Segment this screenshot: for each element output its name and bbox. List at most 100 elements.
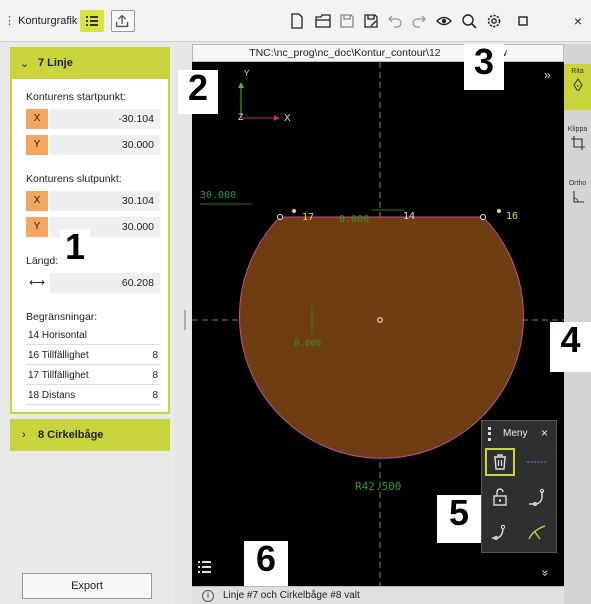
constraint-row[interactable]: 17 Tillfällighet 8 bbox=[26, 365, 160, 385]
constraint-label: 17 Tillfällighet bbox=[28, 370, 89, 381]
tool-rita[interactable]: Rita bbox=[564, 64, 591, 110]
section-body-linje: Konturens startpunkt: X -30.104 Y 30.000… bbox=[10, 79, 170, 414]
info-icon: i bbox=[202, 590, 214, 602]
end-x-row: X 30.104 bbox=[26, 191, 160, 211]
end-point-label: Konturens slutpunkt: bbox=[26, 173, 122, 185]
axis-z-text: Z bbox=[238, 112, 244, 122]
delete-icon bbox=[494, 454, 506, 470]
save-as-button[interactable] bbox=[361, 12, 381, 30]
zoom-icon bbox=[462, 14, 477, 29]
point-17-label: 17 bbox=[302, 212, 314, 223]
menu-close-button[interactable]: × bbox=[541, 426, 548, 440]
tool-klippa[interactable]: Klippa bbox=[564, 126, 591, 162]
zoom-button[interactable] bbox=[459, 12, 479, 30]
constraint-row[interactable]: 16 Tillfällighet 8 bbox=[26, 345, 160, 365]
callout-6: 6 bbox=[244, 541, 288, 586]
export-icon bbox=[115, 14, 129, 28]
drag-handle[interactable] bbox=[488, 427, 491, 441]
new-file-button[interactable] bbox=[287, 12, 307, 30]
undo-icon bbox=[388, 15, 402, 28]
tangent-arc-button[interactable] bbox=[522, 483, 552, 511]
constraint-marker bbox=[497, 209, 501, 213]
save-as-icon bbox=[364, 14, 378, 28]
axis-x-label: X bbox=[26, 191, 48, 211]
crop-icon bbox=[570, 136, 585, 150]
line-style-icon bbox=[527, 461, 547, 463]
file-path: TNC:\nc_prog\nc_doc\Kontur_contour\12 bbox=[249, 47, 441, 59]
unlock-button[interactable] bbox=[485, 483, 515, 511]
length-row: ⟷ 60.208 bbox=[26, 273, 160, 293]
status-message: Linje #7 och Cirkelbåge #8 valt bbox=[223, 590, 360, 601]
arc-path-icon bbox=[492, 524, 506, 541]
open-file-icon bbox=[315, 14, 331, 28]
start-x-field[interactable]: -30.104 bbox=[50, 109, 160, 129]
tool-label: Klippa bbox=[567, 126, 588, 133]
undo-button[interactable] bbox=[385, 12, 405, 30]
settings-button[interactable] bbox=[484, 12, 504, 30]
constraint-marker bbox=[292, 209, 296, 213]
export-button[interactable]: Export bbox=[22, 573, 152, 599]
close-button[interactable]: × bbox=[568, 12, 588, 30]
ortho-icon bbox=[572, 191, 584, 203]
delete-button[interactable] bbox=[485, 448, 515, 476]
section-header-cirkelbage[interactable]: › 8 Cirkelbåge bbox=[10, 419, 170, 451]
element-panel: ⌄ 7 Linje Konturens startpunkt: X -30.10… bbox=[0, 43, 175, 604]
constraint-14-label: 14 bbox=[403, 211, 415, 222]
axis-y-label: Y bbox=[26, 135, 48, 155]
constraint-row[interactable]: 18 Distans 8 bbox=[26, 385, 160, 405]
close-icon: × bbox=[573, 13, 583, 29]
line-style-button[interactable] bbox=[522, 448, 552, 476]
maximize-button[interactable] bbox=[513, 12, 533, 30]
start-y-field[interactable]: 30.000 bbox=[50, 135, 160, 155]
dimension-h-text: 0.000 bbox=[339, 214, 369, 225]
constraint-label: 16 Tillfällighet bbox=[28, 350, 89, 361]
maximize-icon bbox=[518, 16, 528, 26]
context-menu: Meny × bbox=[481, 420, 557, 553]
length-icon: ⟷ bbox=[29, 277, 45, 289]
view-button[interactable] bbox=[434, 12, 454, 30]
section-header-linje[interactable]: ⌄ 7 Linje bbox=[10, 47, 170, 79]
save-icon bbox=[340, 14, 354, 28]
view-icon bbox=[436, 16, 452, 26]
constraint-row[interactable]: 14 Horisontal bbox=[26, 325, 160, 345]
expand-down-button[interactable]: » bbox=[538, 570, 552, 577]
end-x-field[interactable]: 30.104 bbox=[50, 191, 160, 211]
pen-icon bbox=[572, 78, 583, 91]
list-view-button[interactable] bbox=[80, 10, 104, 32]
collapse-sidebar-button[interactable]: » bbox=[544, 68, 551, 82]
tool-ortho[interactable]: Ortho bbox=[564, 180, 591, 216]
constraints-label: Begränsningar: bbox=[26, 311, 98, 323]
arc-path-button[interactable] bbox=[485, 517, 515, 545]
redo-icon bbox=[412, 15, 426, 28]
point-17[interactable] bbox=[277, 214, 283, 220]
callout-2: 2 bbox=[178, 70, 218, 114]
status-bar: i Linje #7 och Cirkelbåge #8 valt bbox=[192, 586, 564, 604]
unlock-icon bbox=[493, 488, 507, 506]
export-toolbar-button[interactable] bbox=[111, 10, 135, 32]
radius-dimension-text: R42.500 bbox=[355, 480, 401, 493]
tool-label: Rita bbox=[571, 68, 584, 75]
end-y-row: Y 30.000 bbox=[26, 217, 160, 237]
redo-button[interactable] bbox=[409, 12, 429, 30]
axis-x-label: X bbox=[26, 109, 48, 129]
y-axis-arrowhead bbox=[238, 82, 244, 88]
start-x-row: X -30.104 bbox=[26, 109, 160, 129]
settings-icon bbox=[487, 14, 501, 28]
point-16[interactable] bbox=[480, 214, 486, 220]
length-label: Längd: bbox=[26, 255, 59, 267]
list-icon bbox=[198, 561, 211, 573]
chevron-down-icon: ⌄ bbox=[20, 58, 30, 70]
length-field[interactable]: 60.208 bbox=[50, 273, 160, 293]
section-title: 8 Cirkelbåge bbox=[38, 429, 104, 441]
open-file-button[interactable] bbox=[313, 12, 333, 30]
chevron-right-icon: › bbox=[22, 429, 26, 441]
axis-y-text: Y bbox=[244, 69, 250, 78]
save-button[interactable] bbox=[337, 12, 357, 30]
menu-title: Meny bbox=[503, 428, 528, 439]
file-path-bar: TNC:\nc_prog\nc_doc\Kontur_contour\12cdr… bbox=[192, 44, 564, 62]
constraint-label: 18 Distans bbox=[28, 390, 76, 401]
panel-splitter[interactable] bbox=[184, 310, 186, 330]
list-view-icon bbox=[86, 16, 98, 26]
fillet-icon bbox=[528, 525, 546, 540]
fillet-button[interactable] bbox=[522, 517, 552, 545]
